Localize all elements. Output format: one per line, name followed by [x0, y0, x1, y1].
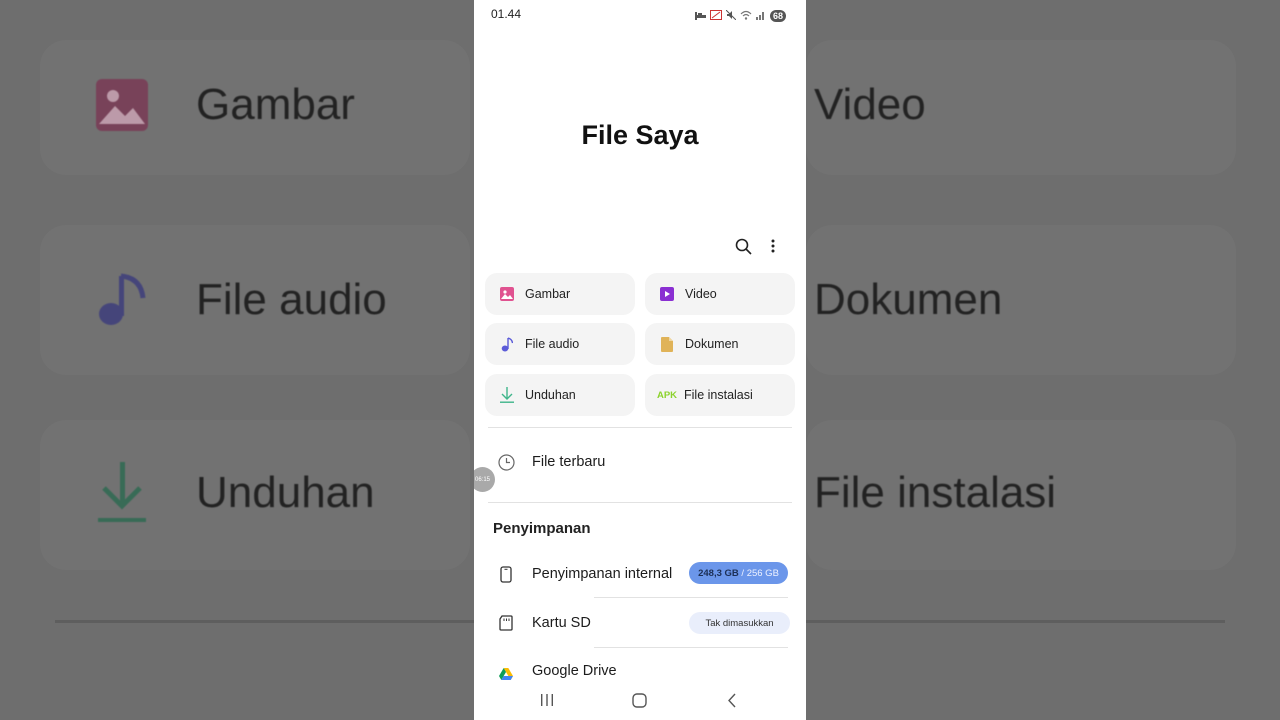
google-drive-label: Google Drive	[532, 663, 617, 679]
bg-label-audio: File audio	[196, 275, 387, 324]
bg-label-dokumen: Dokumen	[814, 275, 1003, 324]
mute-icon	[725, 7, 737, 25]
bg-image-icon	[95, 78, 149, 137]
category-label: Gambar	[525, 287, 571, 301]
category-label: Dokumen	[685, 337, 739, 351]
home-button[interactable]	[627, 690, 651, 710]
storage-total: 256 GB	[746, 567, 779, 579]
navigation-bar	[474, 684, 806, 720]
home-icon	[631, 692, 647, 708]
category-label: File instalasi	[684, 388, 753, 402]
document-icon	[659, 336, 675, 352]
internal-storage-label: Penyimpanan internal	[532, 566, 673, 582]
recent-apps-icon	[541, 694, 553, 706]
back-button[interactable]	[720, 690, 744, 710]
category-file-instalasi[interactable]: APK File instalasi	[645, 374, 795, 416]
floating-overlay-button[interactable]: 06:15	[474, 467, 495, 492]
divider	[488, 502, 792, 503]
bg-label-unduhan: Unduhan	[196, 468, 375, 517]
floating-overlay-text: 06:15	[474, 476, 490, 483]
page-title: File Saya	[581, 120, 699, 150]
video-icon	[659, 286, 675, 302]
more-vert-icon	[771, 239, 775, 253]
bg-music-note-icon	[97, 272, 147, 333]
storage-usage-badge: 248,3 GB / 256 GB	[689, 562, 788, 584]
storage-separator: /	[738, 567, 747, 579]
category-gambar[interactable]: Gambar	[485, 273, 635, 315]
search-icon	[735, 238, 752, 255]
music-note-icon	[499, 336, 515, 352]
status-time: 01.44	[491, 7, 522, 21]
signal-icon	[755, 7, 766, 25]
recent-apps-button[interactable]	[535, 690, 559, 710]
sd-card-label: Kartu SD	[532, 615, 591, 631]
apk-icon: APK	[656, 387, 678, 403]
category-dokumen[interactable]: Dokumen	[645, 323, 795, 365]
category-video[interactable]: Video	[645, 273, 795, 315]
category-file-audio[interactable]: File audio	[485, 323, 635, 365]
recent-files-label: File terbaru	[532, 454, 606, 470]
bg-label-gambar: Gambar	[196, 80, 355, 129]
apk-icon-text: APK	[656, 389, 678, 401]
clock-icon	[496, 452, 516, 472]
cast-off-icon	[709, 7, 722, 25]
sd-card-icon	[496, 613, 516, 633]
category-label: Video	[685, 287, 717, 301]
google-drive-item[interactable]: Google Drive	[474, 659, 806, 683]
download-icon	[499, 387, 515, 403]
divider	[488, 427, 792, 428]
bg-label-video: Video	[814, 80, 926, 129]
storage-used: 248,3 GB	[698, 567, 739, 579]
category-label: Unduhan	[525, 388, 576, 402]
bed-icon	[694, 7, 706, 25]
divider	[594, 647, 788, 648]
phone-screen: 01.44 68 File Saya Gambar Video File aud…	[474, 0, 806, 720]
recent-files-item[interactable]: File terbaru	[474, 450, 806, 474]
bg-download-icon	[98, 462, 148, 529]
image-icon	[499, 286, 515, 302]
category-label: File audio	[525, 337, 580, 351]
divider	[594, 597, 788, 598]
google-drive-icon	[496, 664, 516, 684]
back-icon	[728, 693, 736, 707]
more-options-button[interactable]	[762, 235, 784, 257]
bg-label-instalasi: File instalasi	[814, 468, 1057, 517]
status-icons: 68	[694, 7, 786, 25]
status-bar: 01.44 68	[474, 0, 806, 28]
phone-icon	[496, 564, 516, 584]
sd-status-badge: Tak dimasukkan	[689, 612, 790, 634]
wifi-icon	[740, 7, 752, 25]
category-unduhan[interactable]: Unduhan	[485, 374, 635, 416]
storage-heading: Penyimpanan	[493, 520, 591, 537]
search-button[interactable]	[732, 235, 754, 257]
battery-indicator: 68	[769, 10, 786, 22]
